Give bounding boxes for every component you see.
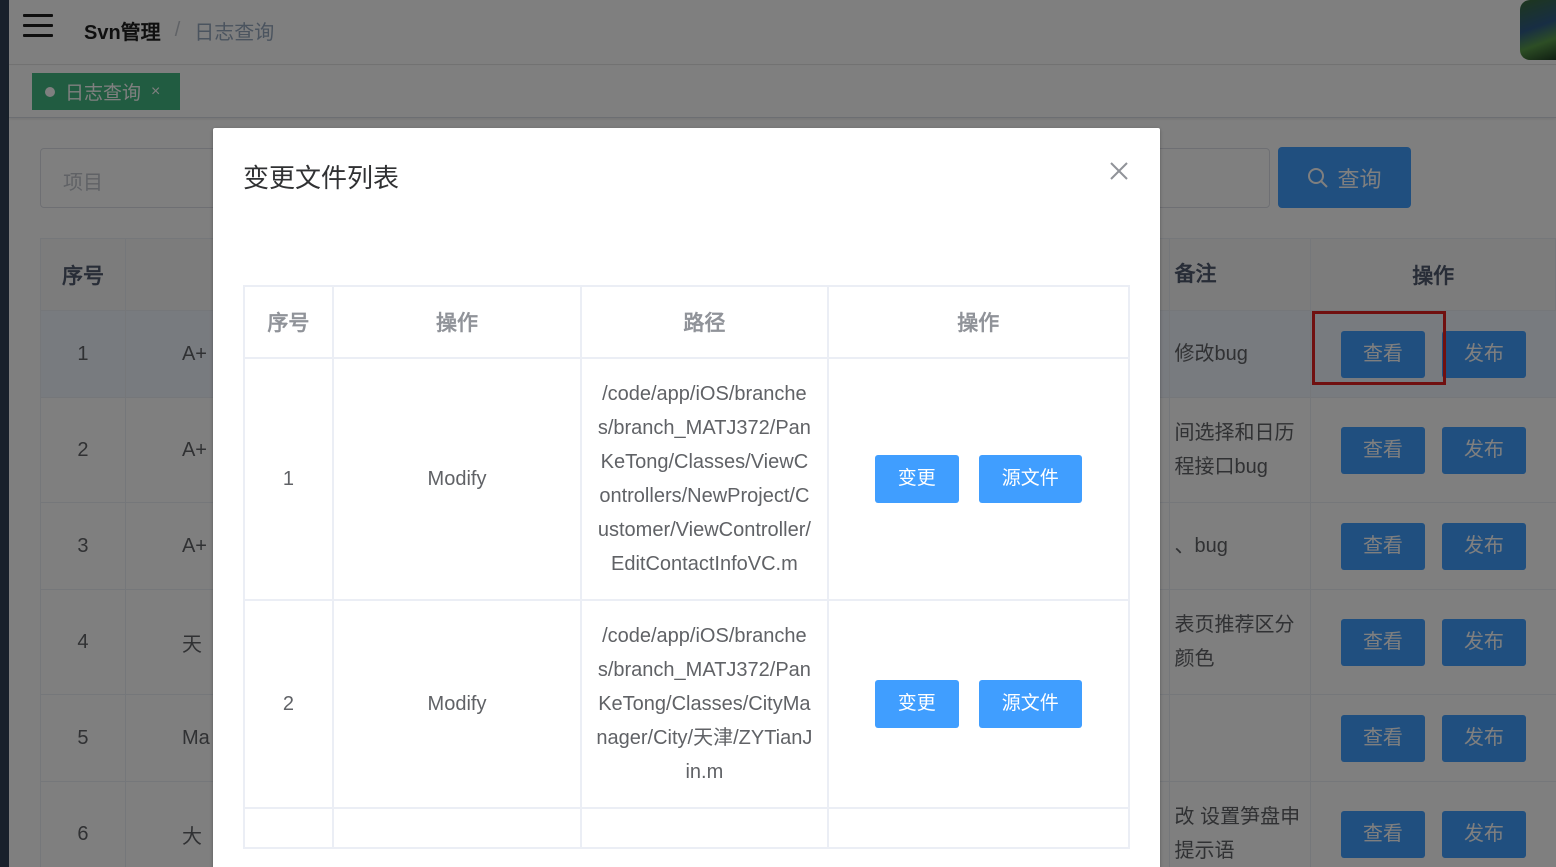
changed-files-table: 序号 操作 路径 操作 1 Modify /code/app/iOS/branc… bbox=[243, 285, 1131, 849]
close-icon[interactable] bbox=[1110, 162, 1128, 180]
file-index bbox=[243, 807, 334, 849]
file-action bbox=[331, 807, 583, 849]
file-ops: 变更 源文件 bbox=[826, 599, 1131, 809]
file-ops bbox=[826, 807, 1131, 849]
source-file-button[interactable]: 源文件 bbox=[978, 680, 1082, 728]
file-path: /code/app/iOS/branches/branch_MATJ372/Pa… bbox=[580, 357, 829, 601]
file-path bbox=[580, 807, 829, 849]
files-header-action: 操作 bbox=[331, 285, 583, 359]
dialog-title: 变更文件列表 bbox=[243, 163, 400, 193]
source-file-button[interactable]: 源文件 bbox=[978, 455, 1082, 503]
file-path: /code/app/iOS/branches/branch_MATJ372/Pa… bbox=[580, 599, 829, 809]
file-action: Modify bbox=[331, 357, 583, 601]
table-row bbox=[243, 807, 1131, 849]
table-row: 1 Modify /code/app/iOS/branches/branch_M… bbox=[243, 357, 1131, 601]
change-button[interactable]: 变更 bbox=[874, 455, 959, 503]
change-button[interactable]: 变更 bbox=[874, 680, 959, 728]
changed-files-dialog: 变更文件列表 序号 操作 路径 操作 1 Modify /code/app/iO… bbox=[213, 128, 1160, 867]
files-header-ops: 操作 bbox=[826, 285, 1131, 359]
files-header-index: 序号 bbox=[243, 285, 334, 359]
table-row: 2 Modify /code/app/iOS/branches/branch_M… bbox=[243, 599, 1131, 809]
file-action: Modify bbox=[331, 599, 583, 809]
file-ops: 变更 源文件 bbox=[826, 357, 1131, 601]
file-index: 2 bbox=[243, 599, 334, 809]
files-header-path: 路径 bbox=[580, 285, 829, 359]
file-index: 1 bbox=[243, 357, 334, 601]
